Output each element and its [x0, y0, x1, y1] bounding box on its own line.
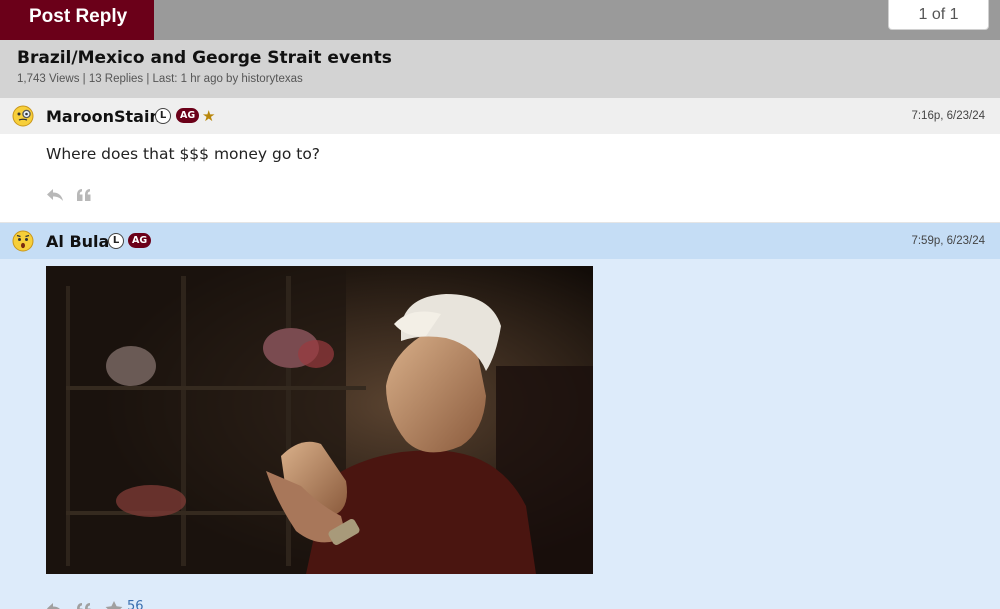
thread-title: Brazil/Mexico and George Strait events	[17, 48, 392, 68]
reply-icon[interactable]	[46, 188, 64, 202]
page-indicator[interactable]: 1 of 1	[888, 0, 989, 30]
post-header: MaroonStain L AG ★ 7:16p, 6/23/24	[0, 98, 1000, 134]
monocle-face-icon	[12, 105, 34, 127]
post-gif-image[interactable]	[46, 266, 593, 574]
reply-icon[interactable]	[46, 602, 64, 609]
post-header: Al Bula L AG 7:59p, 6/23/24	[0, 223, 1000, 259]
post-reply-button[interactable]: Post Reply	[0, 0, 154, 40]
surprised-face-icon	[12, 230, 34, 252]
post-username[interactable]: Al Bula	[46, 232, 109, 251]
quote-icon[interactable]	[76, 188, 92, 202]
star-icon: ★	[202, 107, 216, 125]
ag-badge: AG	[128, 233, 152, 248]
post-timestamp: 7:16p, 6/23/24	[911, 110, 985, 122]
lifetime-badge: L	[155, 108, 171, 124]
thread-header: Brazil/Mexico and George Strait events 1…	[0, 40, 1000, 98]
star-like-icon[interactable]	[104, 600, 124, 609]
post-body: Where does that $$$ money go to?	[0, 134, 1000, 223]
thread-meta: 1,743 Views | 13 Replies | Last: 1 hr ag…	[17, 73, 303, 85]
post-username[interactable]: MaroonStain	[46, 107, 161, 126]
lifetime-badge: L	[108, 233, 124, 249]
ag-badge: AG	[176, 108, 200, 123]
quote-icon[interactable]	[76, 602, 92, 609]
post-body: 56	[0, 259, 1000, 609]
post-text: Where does that $$$ money go to?	[46, 145, 321, 163]
post-timestamp: 7:59p, 6/23/24	[911, 235, 985, 247]
like-count[interactable]: 56	[127, 599, 144, 609]
